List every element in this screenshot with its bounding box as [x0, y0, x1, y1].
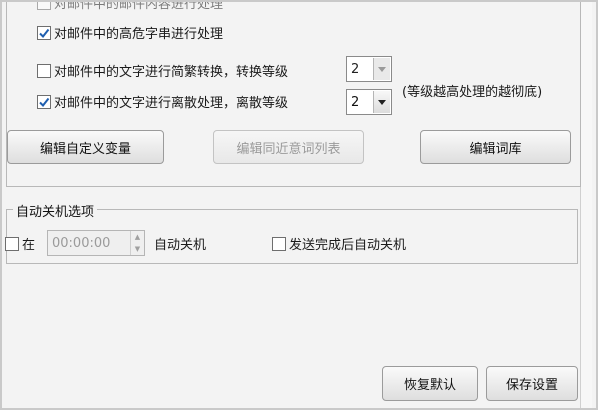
time-spinner[interactable]: ▲ ▼ [130, 231, 144, 255]
shutdown-after-send-checkbox[interactable] [272, 236, 286, 251]
shutdown-time-value: 00:00:00 [52, 235, 111, 251]
option-discrete-processing[interactable]: 对邮件中的文字进行离散处理，离散等级 [37, 92, 288, 111]
checkmark-icon [39, 28, 50, 38]
shutdown-at-checkbox[interactable] [5, 236, 19, 251]
discrete-processing-checkbox[interactable] [37, 94, 51, 109]
spin-up-icon[interactable]: ▲ [131, 231, 144, 243]
option-cut-checkbox[interactable] [37, 2, 51, 10]
edit-dictionary-button[interactable]: 编辑词库 [420, 130, 571, 164]
settings-window: 对邮件中的邮件内容进行处理 对邮件中的高危字串进行处理 对邮件中的文字进行简繁转… [0, 0, 598, 410]
edit-synonyms-button[interactable]: 编辑同近意词列表 [213, 130, 364, 164]
checkmark-icon [39, 97, 50, 107]
simplified-conversion-checkbox[interactable] [37, 63, 51, 78]
level-note: (等级越高处理的越彻底) [402, 81, 542, 100]
shutdown-time-input[interactable]: 00:00:00 ▲ ▼ [47, 230, 145, 256]
option-high-risk[interactable]: 对邮件中的高危字串进行处理 [37, 23, 223, 42]
discrete-processing-label: 对邮件中的文字进行离散处理，离散等级 [54, 96, 289, 111]
spin-down-icon[interactable]: ▼ [131, 243, 144, 255]
discrete-level-select[interactable]: 2 [346, 89, 392, 115]
auto-shutdown-title: 自动关机选项 [13, 201, 98, 220]
edit-custom-variables-button[interactable]: 编辑自定义变量 [7, 130, 164, 164]
scrollbar[interactable] [580, 2, 592, 408]
high-risk-checkbox[interactable] [37, 25, 51, 40]
chevron-down-icon [373, 91, 390, 113]
save-settings-button[interactable]: 保存设置 [486, 366, 578, 401]
discrete-level-value: 2 [351, 94, 360, 110]
auto-shutdown-label: 自动关机 [154, 238, 207, 253]
option-simplified-conversion[interactable]: 对邮件中的文字进行简繁转换，转换等级 [37, 61, 288, 80]
option-cut-row: 对邮件中的邮件内容进行处理 [37, 0, 224, 12]
shutdown-after-send-option[interactable]: 发送完成后自动关机 [272, 234, 406, 253]
shutdown-at-label: 在 [22, 238, 36, 253]
chevron-down-icon [373, 58, 390, 80]
shutdown-at-option[interactable]: 在 [5, 234, 35, 253]
level-note-text: (等级越高处理的越彻底) [402, 85, 543, 100]
option-cut-label: 对邮件中的邮件内容进行处理 [54, 0, 224, 12]
restore-default-button[interactable]: 恢复默认 [382, 366, 478, 401]
conversion-level-value: 2 [351, 61, 360, 77]
simplified-conversion-label: 对邮件中的文字进行简繁转换，转换等级 [54, 65, 289, 80]
conversion-level-select[interactable]: 2 [346, 56, 392, 82]
high-risk-label: 对邮件中的高危字串进行处理 [54, 27, 224, 42]
shutdown-after-send-label: 发送完成后自动关机 [289, 238, 407, 253]
auto-shutdown-text-row: 自动关机 [154, 234, 206, 253]
